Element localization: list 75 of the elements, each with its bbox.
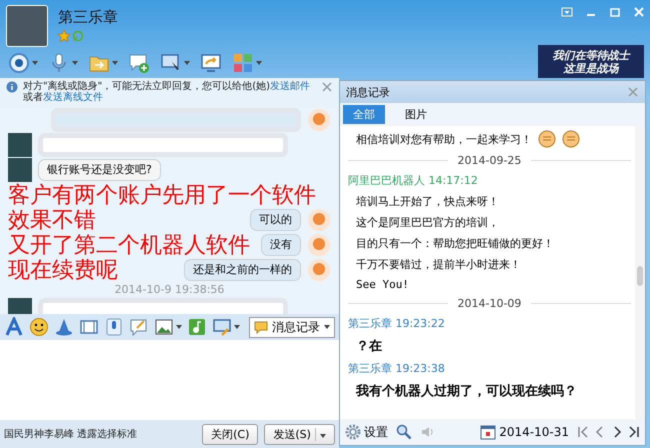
tab[interactable]: 图片	[394, 105, 437, 124]
screenshot-icon[interactable]	[212, 317, 232, 337]
message-bubble: 银行账号还是没变吧?	[38, 159, 161, 181]
date-separator: 2014-10-09	[448, 297, 532, 310]
panel-title: 消息记录	[346, 84, 390, 100]
settings-icon	[344, 424, 361, 440]
annotation-text: 效果不错	[8, 208, 96, 233]
notice-text: 或者	[23, 92, 43, 103]
microphone-icon[interactable]	[104, 317, 124, 337]
sender-line: 第三乐章 19:23:22	[348, 316, 446, 331]
chat-add-icon[interactable]	[128, 52, 150, 74]
avatar-picture	[8, 133, 32, 157]
message-text: 千万不要错过，提前半小时进来！	[356, 257, 521, 272]
caret-icon[interactable]	[32, 61, 38, 65]
message-time: 2014-10-9 19:38:56	[114, 283, 226, 297]
close-icon[interactable]	[632, 5, 646, 19]
message-history-button[interactable]: 消息记录	[248, 316, 335, 338]
first-page-icon[interactable]	[577, 425, 589, 439]
dropdown-menu-icon[interactable]	[560, 5, 574, 19]
banner-text: 我们在等待战士	[552, 48, 630, 62]
message-bubble: 可以的	[250, 209, 301, 231]
dialog-button[interactable]: 关闭(C)	[202, 424, 258, 444]
scrollbar[interactable]	[635, 126, 645, 419]
banner-text: 这里是战场	[564, 62, 618, 74]
avatar-picture	[8, 158, 32, 182]
caret-icon[interactable]	[184, 61, 190, 65]
caret-icon[interactable]	[256, 61, 262, 65]
picture-icon[interactable]	[154, 317, 174, 337]
caret-icon[interactable]	[176, 325, 182, 329]
advert-link[interactable]: 国民男神李易峰 透露选择标准	[4, 427, 138, 441]
star-icon	[58, 30, 70, 42]
annotation-text: 客户有两个账户先用了一个软件	[8, 183, 316, 208]
chat-bubble-icon	[254, 320, 268, 334]
message-text: 培训马上开始了，快点来呀！	[356, 194, 499, 209]
info-icon	[6, 81, 18, 93]
message-text: 相信培训对您有帮助，一起来学习！	[356, 132, 532, 146]
caret-icon[interactable]	[234, 325, 240, 329]
settings-button[interactable]: 设置	[344, 424, 388, 440]
caret-icon[interactable]	[72, 61, 78, 65]
annotation-text: 现在续费呢	[8, 258, 118, 283]
date-separator: 2014-09-25	[448, 154, 532, 167]
message-text: See You!	[356, 278, 409, 291]
window-title: 第三乐章	[58, 8, 119, 27]
font-icon[interactable]	[4, 317, 24, 337]
message-bubble: 没有	[260, 234, 301, 256]
date-text: 2014-10-31	[499, 425, 569, 439]
camera-icon[interactable]	[8, 52, 30, 74]
hat-icon[interactable]	[54, 317, 74, 337]
screen-share-icon[interactable]	[200, 52, 222, 74]
caret-icon[interactable]	[112, 61, 118, 65]
message-text: 我有个机器人过期了，可以现在续吗？	[354, 383, 578, 400]
search-icon[interactable]	[396, 424, 412, 440]
note-icon[interactable]	[129, 317, 149, 337]
tab[interactable]: 全部	[342, 105, 385, 124]
dialog-button[interactable]: 发送(S)	[264, 424, 335, 444]
avatar-picture	[6, 5, 48, 47]
message-text: 这个是阿里巴巴官方的培训，	[356, 215, 499, 230]
message-text: 目的只有一个：帮助您把旺铺做的更好！	[356, 236, 554, 251]
sender-line: 阿里巴巴机器人 14:17:12	[348, 173, 479, 188]
sender-line: 第三乐章 19:23:38	[348, 361, 446, 376]
advert-banner[interactable]: 我们在等待战士 这里是战场	[538, 45, 644, 78]
message-bubble: 还是和之前的一样的	[184, 259, 301, 281]
close-icon[interactable]	[320, 81, 333, 93]
send-mail-link[interactable]: 发送邮件	[270, 81, 310, 92]
send-offline-file-link[interactable]: 发送离线文件	[43, 92, 103, 103]
message-text: ？在	[354, 338, 383, 355]
smiley-icon[interactable]	[29, 317, 49, 337]
notice-text: 对方"离线或隐身"，可能无法立即回复，您可以给他(她)	[23, 81, 270, 92]
message-input[interactable]	[0, 340, 339, 420]
music-icon[interactable]	[187, 317, 207, 337]
caret-icon	[320, 434, 326, 438]
annotation-text: 又开了第二个机器人软件	[8, 233, 250, 258]
calendar-icon[interactable]	[480, 424, 496, 440]
last-page-icon[interactable]	[628, 425, 640, 439]
caret-icon	[324, 325, 330, 329]
